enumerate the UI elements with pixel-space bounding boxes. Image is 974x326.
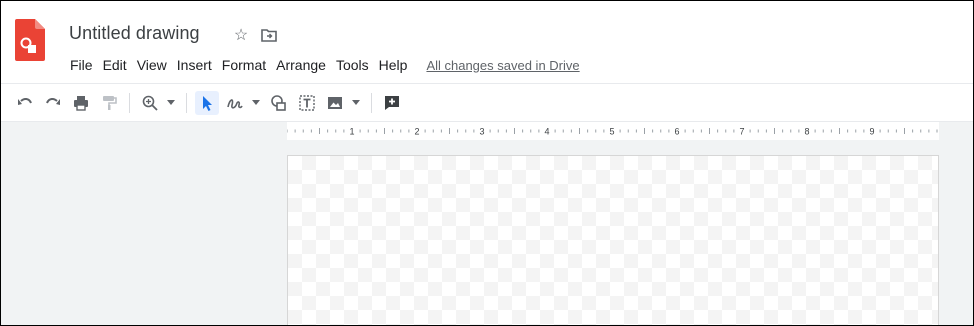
star-icon[interactable]: ☆ (231, 25, 251, 45)
ruler-label: 1 (349, 127, 354, 137)
paint-format-icon[interactable] (97, 91, 121, 115)
line-icon[interactable] (223, 91, 247, 115)
menu-bar: File Edit View Insert Format Arrange Too… (65, 55, 580, 75)
text-box-icon[interactable] (295, 91, 319, 115)
ruler-label: 4 (544, 127, 549, 137)
ruler-label: 3 (479, 127, 484, 137)
toolbar-separator (129, 92, 130, 113)
ruler-label: 8 (804, 127, 809, 137)
workspace (1, 140, 973, 325)
menu-help[interactable]: Help (374, 55, 413, 75)
zoom-icon[interactable] (138, 91, 162, 115)
menu-format[interactable]: Format (217, 55, 271, 75)
horizontal-ruler[interactable]: 1 2 3 4 5 6 7 8 9 (287, 122, 939, 140)
ruler-label: 9 (869, 127, 874, 137)
ruler-strip: 1 2 3 4 5 6 7 8 9 (1, 121, 973, 141)
ruler-label: 6 (674, 127, 679, 137)
select-icon[interactable] (195, 90, 219, 115)
toolbar-separator (371, 92, 372, 113)
zoom-dropdown-caret-icon[interactable] (166, 91, 176, 115)
menu-edit[interactable]: Edit (98, 55, 132, 75)
document-title[interactable]: Untitled drawing (69, 23, 200, 44)
drawing-canvas[interactable] (287, 155, 939, 325)
menu-insert[interactable]: Insert (172, 55, 217, 75)
image-icon[interactable] (323, 91, 347, 115)
menu-file[interactable]: File (65, 55, 98, 75)
app-window: Untitled drawing ☆ File Edit View Insert… (0, 0, 974, 326)
save-status-link[interactable]: All changes saved in Drive (426, 58, 579, 73)
ruler-label: 2 (414, 127, 419, 137)
toolbar (1, 83, 973, 121)
folder-move-icon[interactable] (259, 25, 279, 45)
header: Untitled drawing ☆ File Edit View Insert… (1, 1, 973, 83)
menu-arrange[interactable]: Arrange (271, 55, 331, 75)
shape-icon[interactable] (267, 91, 291, 115)
line-dropdown-caret-icon[interactable] (251, 91, 261, 115)
new-comment-icon[interactable] (380, 91, 404, 115)
image-dropdown-caret-icon[interactable] (351, 91, 361, 115)
toolbar-separator (186, 92, 187, 113)
redo-icon[interactable] (41, 91, 65, 115)
drawings-logo-icon[interactable] (15, 19, 45, 61)
undo-icon[interactable] (13, 91, 37, 115)
print-icon[interactable] (69, 91, 93, 115)
menu-tools[interactable]: Tools (331, 55, 374, 75)
ruler-label: 5 (609, 127, 614, 137)
menu-view[interactable]: View (132, 55, 172, 75)
ruler-label: 7 (739, 127, 744, 137)
